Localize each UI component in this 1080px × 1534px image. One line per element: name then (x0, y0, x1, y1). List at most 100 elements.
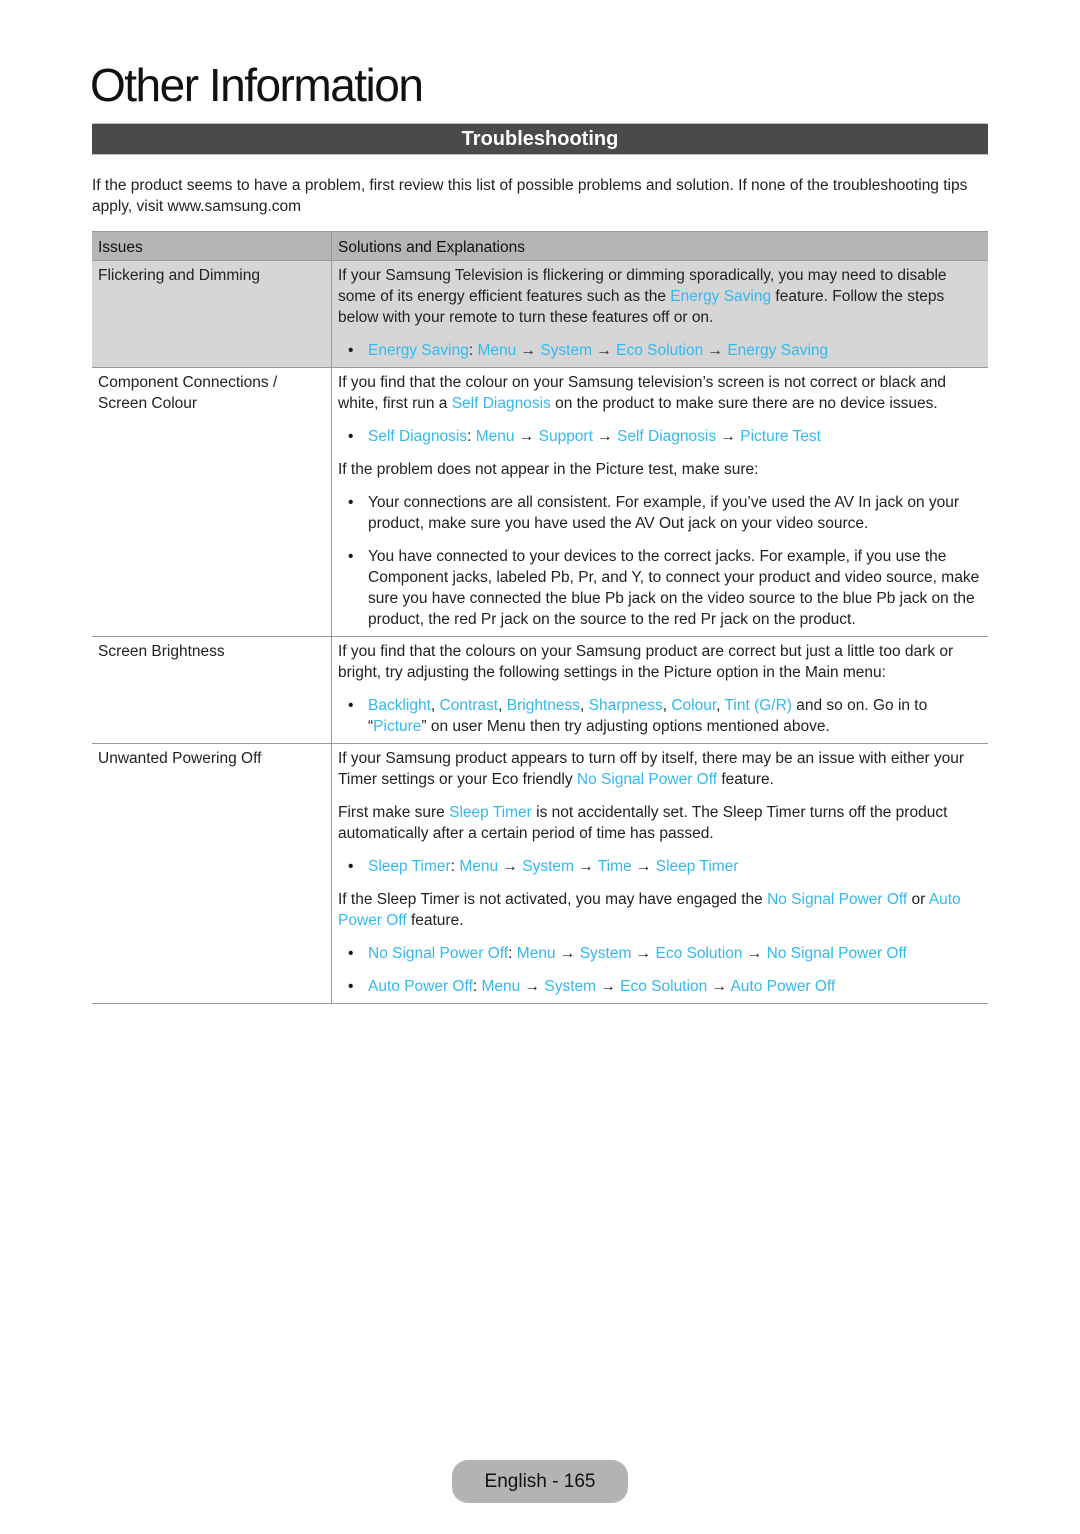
menu-step-system[interactable]: System (522, 858, 574, 875)
menu-step-support[interactable]: Support (539, 428, 593, 445)
arrow-icon: → (596, 978, 621, 995)
page-number-badge: English - 165 (452, 1460, 628, 1503)
settings-links: Backlight, Contrast, Brightness, Sharpne… (368, 697, 792, 714)
menu-step-time[interactable]: Time (598, 858, 632, 875)
menu-step-menu[interactable]: Menu (477, 342, 516, 359)
arrow-icon: → (707, 978, 731, 995)
arrow-icon: → (498, 858, 523, 875)
settings-item: Backlight, Contrast, Brightness, Sharpne… (338, 695, 982, 737)
arrow-icon: → (716, 428, 741, 445)
solution-paragraph: If your Samsung Television is flickering… (338, 265, 982, 328)
table-row: Unwanted Powering Off If your Samsung pr… (92, 743, 988, 1004)
menu-step-menu[interactable]: Menu (481, 978, 520, 995)
issue-cell: Flickering and Dimming (92, 260, 332, 368)
bullet-item: Your connections are all consistent. For… (338, 492, 982, 534)
arrow-icon: → (703, 342, 728, 359)
section-title: Troubleshooting (461, 128, 619, 150)
link-backlight[interactable]: Backlight (368, 697, 431, 714)
comma-separator: , (498, 697, 507, 714)
arrow-icon: → (573, 858, 598, 875)
issue-cell: Unwanted Powering Off (92, 743, 332, 1004)
link-no-signal-power-off[interactable]: No Signal Power Off (368, 945, 508, 962)
link-auto-power-off[interactable]: Auto Power Off (368, 978, 473, 995)
menu-path-list: No Signal Power Off: Menu → System → Eco… (338, 943, 982, 997)
menu-step-menu[interactable]: Menu (517, 945, 556, 962)
menu-step-energy-saving[interactable]: Energy Saving (727, 342, 828, 359)
arrow-icon: → (742, 945, 767, 962)
arrow-icon: → (631, 858, 656, 875)
arrow-icon: → (555, 945, 580, 962)
menu-step-no-signal-power-off[interactable]: No Signal Power Off (767, 945, 907, 962)
text: feature. (406, 912, 464, 929)
issue-cell: Screen Brightness (92, 636, 332, 744)
menu-path: Self Diagnosis: Menu → Support → Self Di… (338, 426, 982, 447)
menu-path: Energy Saving: Menu → System → Eco Solut… (338, 340, 982, 361)
solution-cell: If your Samsung Television is flickering… (331, 260, 988, 368)
arrow-icon: → (592, 428, 618, 445)
comma-separator: , (430, 697, 440, 714)
comma-separator: , (579, 697, 589, 714)
link-contrast[interactable]: Contrast (440, 697, 499, 714)
menu-step-picture-test[interactable]: Picture Test (740, 428, 821, 445)
solution-cell: If you find that the colour on your Sams… (331, 367, 988, 637)
menu-path-list: Self Diagnosis: Menu → Support → Self Di… (338, 426, 982, 447)
text: First make sure (338, 804, 450, 821)
menu-step-eco-solution[interactable]: Eco Solution (616, 342, 703, 359)
settings-list: Backlight, Contrast, Brightness, Sharpne… (338, 695, 982, 737)
menu-path-list: Sleep Timer: Menu → System → Time → Slee… (338, 856, 982, 877)
arrow-icon: → (631, 945, 656, 962)
table-row: Component Connections / Screen Colour If… (92, 367, 988, 637)
link-energy-saving[interactable]: Energy Saving (670, 288, 771, 305)
menu-step-self-diagnosis[interactable]: Self Diagnosis (617, 428, 716, 445)
link-sleep-timer[interactable]: Sleep Timer (368, 858, 451, 875)
link-tint-g-r[interactable]: Tint (G/R) (725, 697, 792, 714)
bullet-item: You have connected to your devices to th… (338, 546, 982, 630)
link-sharpness[interactable]: Sharpness (589, 697, 663, 714)
menu-path: Sleep Timer: Menu → System → Time → Slee… (338, 856, 982, 877)
link-no-signal-power-off[interactable]: No Signal Power Off (577, 771, 717, 788)
menu-step-system[interactable]: System (540, 342, 592, 359)
link-picture[interactable]: Picture (373, 718, 421, 735)
page-title: Other Information (90, 59, 424, 111)
menu-step-auto-power-off[interactable]: Auto Power Off (730, 978, 835, 995)
menu-step-menu[interactable]: Menu (459, 858, 498, 875)
menu-step-eco-solution[interactable]: Eco Solution (620, 978, 707, 995)
link-colour[interactable]: Colour (671, 697, 716, 714)
solution-cell: If your Samsung product appears to turn … (331, 743, 988, 1004)
intro-paragraph: If the product seems to have a problem, … (92, 177, 968, 215)
menu-step-menu[interactable]: Menu (476, 428, 515, 445)
section-title-bar: Troubleshooting (92, 123, 988, 155)
menu-step-sleep-timer[interactable]: Sleep Timer (656, 858, 739, 875)
text: feature. (717, 771, 774, 788)
link-sleep-timer[interactable]: Sleep Timer (449, 804, 532, 821)
text: ” on user Menu then try adjusting option… (421, 718, 830, 735)
solution-paragraph: If the Sleep Timer is not activated, you… (338, 889, 982, 931)
link-self-diagnosis[interactable]: Self Diagnosis (368, 428, 467, 445)
menu-step-eco-solution[interactable]: Eco Solution (656, 945, 743, 962)
menu-step-system[interactable]: System (580, 945, 632, 962)
colon-separator: : (508, 945, 517, 962)
bullet-list: Your connections are all consistent. For… (338, 492, 982, 630)
solution-paragraph: If you find that the colour on your Sams… (338, 372, 982, 414)
arrow-icon: → (520, 978, 545, 995)
table-row: Flickering and Dimming If your Samsung T… (92, 260, 988, 368)
menu-path-list: Energy Saving: Menu → System → Eco Solut… (338, 340, 982, 361)
link-self-diagnosis[interactable]: Self Diagnosis (452, 395, 551, 412)
table-header-row: Issues Solutions and Explanations (92, 231, 988, 261)
text: on the product to make sure there are no… (550, 395, 938, 412)
solution-cell: If you find that the colours on your Sam… (331, 636, 988, 744)
colon-separator: : (467, 428, 476, 445)
header-issues: Issues (92, 231, 332, 261)
solution-paragraph: If you find that the colours on your Sam… (338, 643, 954, 681)
link-no-signal-power-off[interactable]: No Signal Power Off (767, 891, 907, 908)
arrow-icon: → (516, 342, 541, 359)
menu-path: No Signal Power Off: Menu → System → Eco… (338, 943, 982, 964)
arrow-icon: → (592, 342, 617, 359)
link-brightness[interactable]: Brightness (507, 697, 580, 714)
arrow-icon: → (514, 428, 539, 445)
solution-paragraph: If the problem does not appear in the Pi… (338, 461, 759, 478)
link-energy-saving[interactable]: Energy Saving (368, 342, 469, 359)
menu-step-system[interactable]: System (544, 978, 596, 995)
text: or (907, 891, 929, 908)
table-row: Screen Brightness If you find that the c… (92, 636, 988, 744)
